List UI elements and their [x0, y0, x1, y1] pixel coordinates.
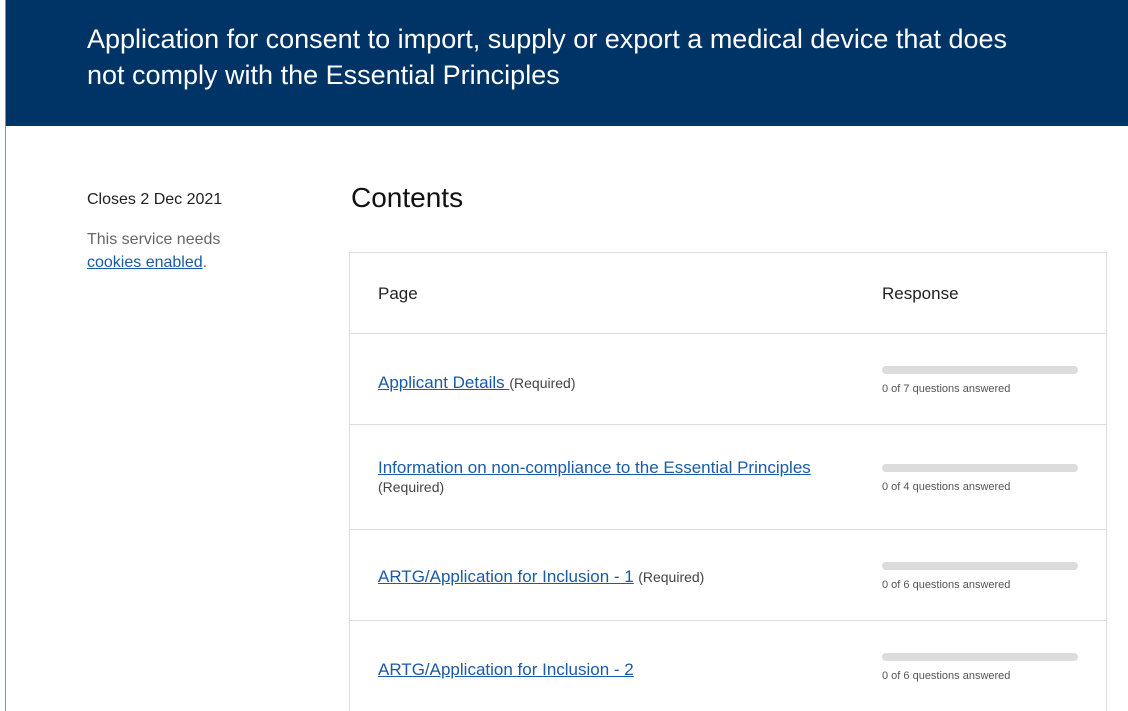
- row-response-cell: 0 of 6 questions answered: [882, 653, 1082, 684]
- contents-table: Page Response Applicant Details (Require…: [349, 252, 1107, 711]
- cookie-notice-suffix: .: [202, 254, 208, 271]
- progress-bar: [882, 464, 1078, 472]
- row-page-cell: Information on non-compliance to the Ess…: [378, 457, 818, 497]
- cookie-notice: This service needs cookies enabled.: [87, 228, 287, 274]
- required-label: (Required): [638, 569, 705, 585]
- progress-bar: [882, 366, 1078, 374]
- response-status: 0 of 6 questions answered: [882, 579, 1011, 591]
- page-link-non-compliance[interactable]: Information on non-compliance to the Ess…: [378, 458, 811, 477]
- column-header-page: Page: [378, 284, 418, 303]
- table-row: Information on non-compliance to the Ess…: [350, 425, 1106, 530]
- page-title: Application for consent to import, suppl…: [87, 24, 1007, 90]
- contents-heading: Contents: [351, 182, 464, 213]
- response-status: 0 of 7 questions answered: [882, 383, 1011, 395]
- page-header: Application for consent to import, suppl…: [6, 0, 1128, 126]
- sidebar: Closes 2 Dec 2021 This service needs coo…: [87, 190, 287, 274]
- row-response-cell: 0 of 4 questions answered: [882, 464, 1082, 495]
- row-page-cell: Applicant Details (Required): [378, 372, 838, 394]
- closing-date: Closes 2 Dec 2021: [87, 191, 223, 208]
- progress-bar: [882, 562, 1078, 570]
- table-row: ARTG/Application for Inclusion - 2 0 of …: [350, 621, 1106, 711]
- response-status: 0 of 6 questions answered: [882, 670, 1011, 682]
- page-link-applicant-details[interactable]: Applicant Details: [378, 373, 509, 392]
- page-frame: Application for consent to import, suppl…: [0, 0, 1128, 711]
- page-link-artg-inclusion-1[interactable]: ARTG/Application for Inclusion - 1: [378, 567, 634, 586]
- main-content: Contents Page Response Applicant Details…: [349, 178, 1107, 711]
- required-label: (Required): [509, 375, 576, 391]
- cookie-notice-text: This service needs: [87, 231, 221, 248]
- table-header: Page Response: [350, 253, 1106, 334]
- table-row: ARTG/Application for Inclusion - 1 (Requ…: [350, 530, 1106, 621]
- row-response-cell: 0 of 7 questions answered: [882, 366, 1082, 397]
- page-link-artg-inclusion-2[interactable]: ARTG/Application for Inclusion - 2: [378, 660, 634, 679]
- table-row: Applicant Details (Required) 0 of 7 ques…: [350, 334, 1106, 425]
- required-label: (Required): [378, 479, 445, 495]
- progress-bar: [882, 653, 1078, 661]
- row-response-cell: 0 of 6 questions answered: [882, 562, 1082, 593]
- response-status: 0 of 4 questions answered: [882, 481, 1011, 493]
- row-page-cell: ARTG/Application for Inclusion - 2: [378, 659, 838, 681]
- row-page-cell: ARTG/Application for Inclusion - 1 (Requ…: [378, 566, 838, 588]
- cookies-link[interactable]: cookies enabled: [87, 254, 203, 271]
- column-header-response: Response: [882, 284, 959, 303]
